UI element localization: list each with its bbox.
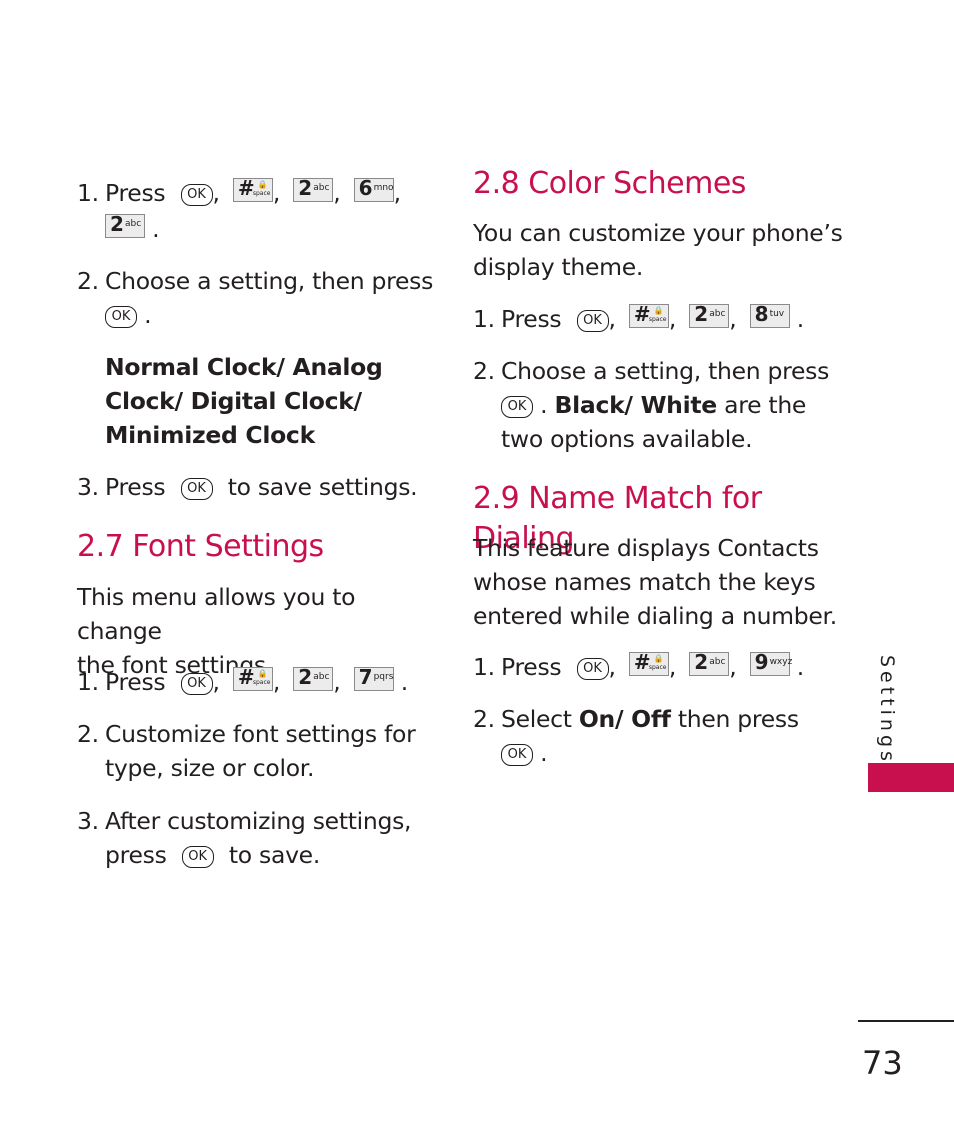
clock-step-3: 3. Press OK to save settings. [77,473,418,501]
font-step-3: 3. After customizing settings, press OK t… [77,807,412,869]
color-schemes-intro: You can customize your phone’s display t… [473,219,843,281]
hash-space-key-icon: # 🔒 space [232,176,273,202]
lock-icon: 🔒 [257,180,268,189]
key-2-icon: 2 abc [293,176,334,202]
ok-key-icon: OK [105,306,137,328]
hash-space-key-icon: # 🔒 space [232,665,273,691]
clock-options: Normal Clock/ Analog Clock/ Digital Cloc… [105,353,383,449]
key-2-icon: 2 abc [105,212,145,238]
font-step-1: 1. Press OK, # 🔒 space, 2 abc, 7 pqrs . [77,665,408,696]
clock-step-2: 2. Choose a setting, then press OK . [77,267,434,329]
hash-space-key-icon: # 🔒 space [628,302,669,328]
name-match-intro: This feature displays Contacts whose nam… [473,534,837,630]
key-6-icon: 6 mno [353,176,394,202]
key-2-icon: 2 abc [689,302,730,328]
section-tab-marker [868,763,954,792]
lock-icon: 🔒 [653,654,664,663]
lock-icon: 🔒 [653,306,664,315]
key-2-icon: 2 abc [689,650,730,676]
name-match-step-1: 1. Press OK, # 🔒 space, 2 abc, 9 wxyz . [473,650,804,681]
footer-rule [858,1020,954,1022]
ok-key-icon: OK [576,310,609,332]
ok-key-icon: OK [576,658,609,680]
key-2-icon: 2 abc [293,665,334,691]
color-step-2: 2. Choose a setting, then press OK . Blac… [473,357,830,453]
section-tab-label: Settings [876,655,898,765]
clock-step-1: 1. Press OK, # 🔒 space, 2 abc, 6 mno, 2 abc . [77,176,401,243]
ok-key-icon: OK [180,673,213,695]
page-number: 73 [862,1044,903,1082]
hash-space-key-icon: # 🔒 space [628,650,669,676]
font-settings-heading: 2.7 Font Settings [77,529,324,564]
key-8-icon: 8 tuv [749,302,790,328]
ok-key-icon: OK [501,744,533,766]
key-7-icon: 7 pqrs [353,665,394,691]
font-step-2: 2. Customize font settings for type, size… [77,720,416,782]
color-schemes-heading: 2.8 Color Schemes [473,166,746,201]
key-9-icon: 9 wxyz [749,650,792,676]
name-match-step-2: 2. Select On/ Off then press OK . [473,705,799,767]
ok-key-icon: OK [501,396,533,418]
ok-key-icon: OK [180,184,213,206]
ok-key-icon: OK [180,478,213,500]
ok-key-icon: OK [181,846,214,868]
color-step-1: 1. Press OK, # 🔒 space, 2 abc, 8 tuv . [473,302,804,333]
lock-icon: 🔒 [257,669,268,678]
